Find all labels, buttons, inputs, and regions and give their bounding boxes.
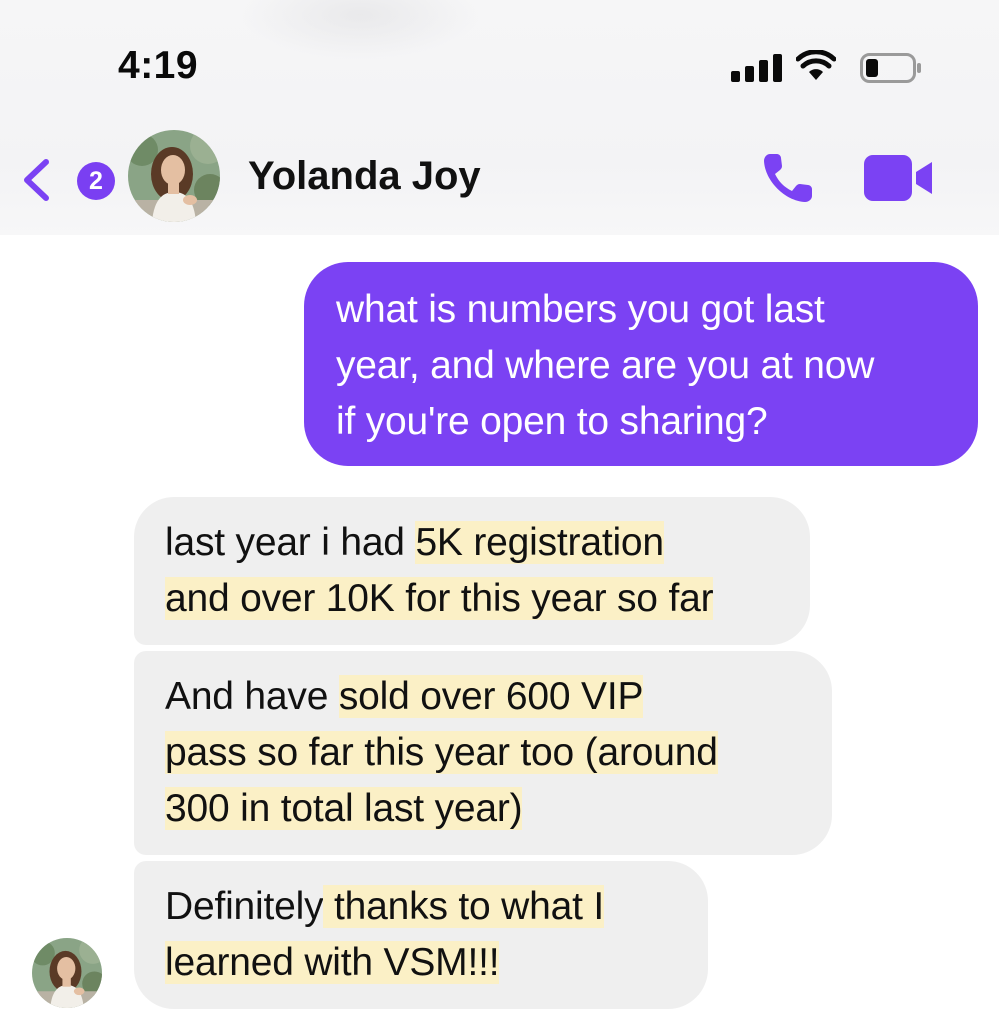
message-line: 300 in total last year) xyxy=(165,781,832,837)
message-line: year, and where are you at now xyxy=(336,344,875,387)
message-line: pass so far this year too (around xyxy=(165,725,832,781)
message-line: learned with VSM!!! xyxy=(165,935,708,991)
video-call-button[interactable] xyxy=(864,152,934,204)
contact-avatar[interactable] xyxy=(128,130,220,222)
message-text: And have xyxy=(165,675,339,718)
outgoing-message[interactable]: what is numbers you got last year, and w… xyxy=(304,262,978,466)
message-line: what is numbers you got last xyxy=(336,288,825,331)
highlighted-text: pass so far this year too (around xyxy=(165,731,718,774)
incoming-message[interactable]: last year i had 5K registration and over… xyxy=(134,497,810,645)
back-button[interactable]: 2 xyxy=(20,150,115,208)
highlighted-text: 5K registration xyxy=(415,521,664,564)
highlighted-text: learned with VSM!!! xyxy=(165,941,500,984)
highlighted-text: 300 in total last year) xyxy=(165,787,523,830)
cellular-signal-icon xyxy=(731,54,783,82)
message-line: if you're open to sharing? xyxy=(336,400,768,443)
status-time: 4:19 xyxy=(118,44,199,87)
message-text: Definitely xyxy=(165,885,324,928)
highlighted-text: sold over 600 VIP xyxy=(338,675,644,718)
contact-name[interactable]: Yolanda Joy xyxy=(248,154,481,199)
sender-avatar[interactable] xyxy=(32,938,102,1008)
message-line: and over 10K for this year so far xyxy=(165,571,810,627)
battery-icon xyxy=(860,53,922,83)
phone-call-button[interactable] xyxy=(760,148,818,206)
incoming-message[interactable]: And have sold over 600 VIP pass so far t… xyxy=(134,651,832,855)
chevron-left-icon xyxy=(20,158,52,202)
message-text: last year i had xyxy=(165,521,416,564)
highlighted-text: and over 10K for this year so far xyxy=(165,577,714,620)
highlighted-text: thanks to what I xyxy=(323,885,604,928)
message-line: And have sold over 600 VIP xyxy=(165,669,832,725)
video-camera-icon xyxy=(864,155,932,201)
wifi-icon xyxy=(795,49,837,82)
phone-icon xyxy=(764,154,812,202)
message-line: Definitely thanks to what I xyxy=(165,879,708,935)
unread-count-badge: 2 xyxy=(77,162,115,200)
message-line: last year i had 5K registration xyxy=(165,515,810,571)
incoming-message[interactable]: Definitely thanks to what I learned with… xyxy=(134,861,708,1009)
